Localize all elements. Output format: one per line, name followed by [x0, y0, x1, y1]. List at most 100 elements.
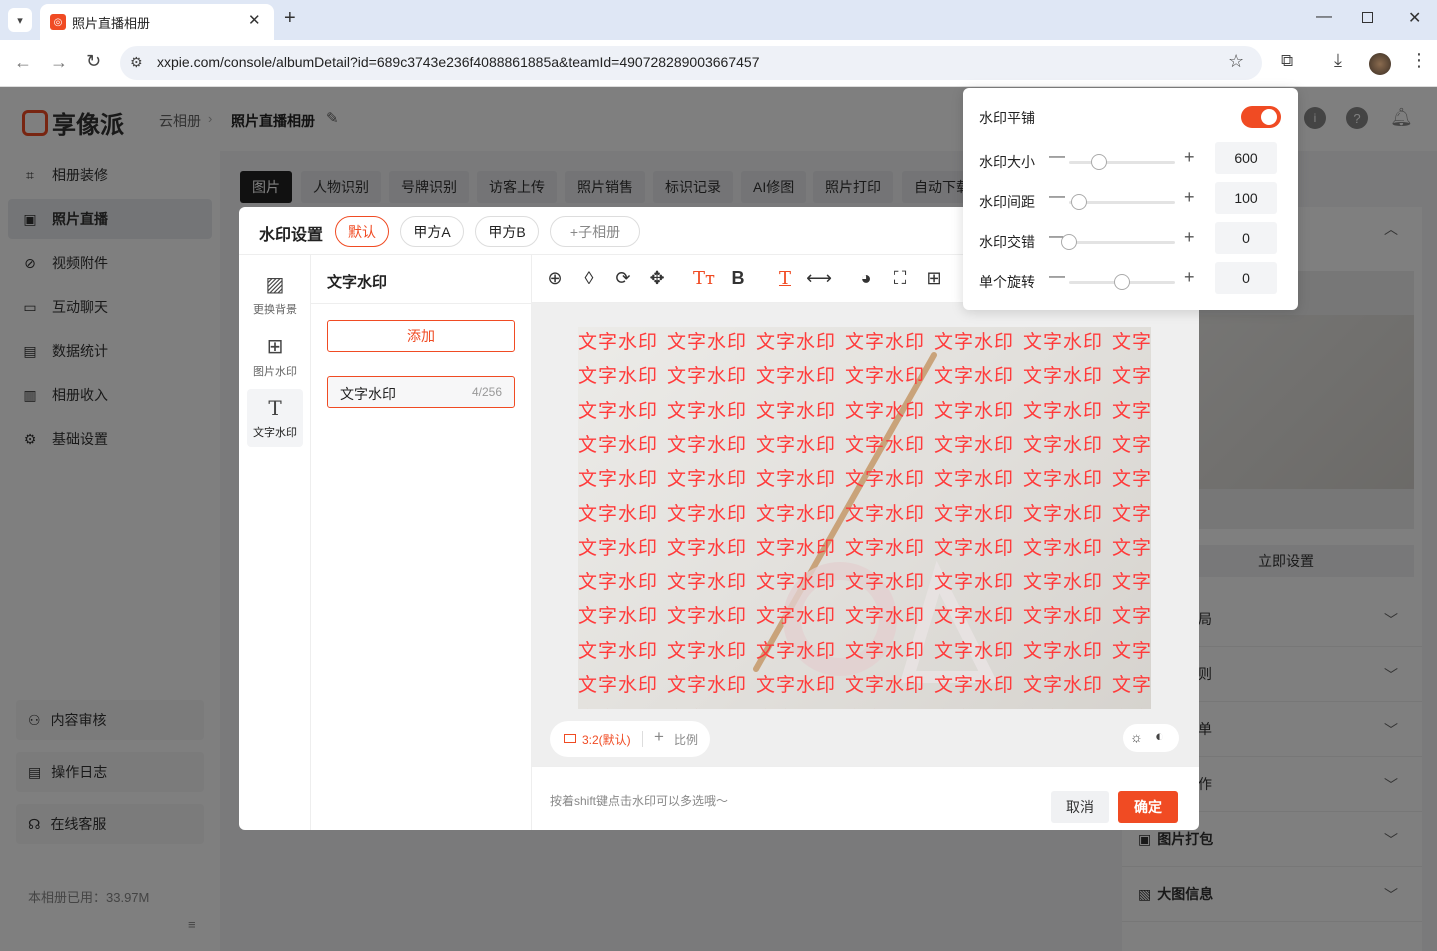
watermark-text-tile[interactable]: 文字水印 [845, 499, 925, 526]
watermark-text-tile[interactable]: 文字水印 [578, 327, 658, 354]
size-value-input[interactable]: 600 [1215, 142, 1277, 174]
contrast-icon[interactable]: ◐ [1155, 728, 1164, 745]
watermark-text-tile[interactable]: 文字水印 [667, 430, 747, 457]
watermark-text-tile[interactable]: 文字水印 [934, 499, 1014, 526]
watermark-text-tile[interactable]: 文字水印 [1112, 704, 1151, 709]
close-window-icon[interactable]: ✕ [1408, 8, 1421, 28]
watermark-text-tile[interactable]: 文字水印 [667, 396, 747, 423]
watermark-text-tile[interactable]: 文字水印 [1112, 327, 1151, 354]
minimize-icon[interactable]: — [1316, 8, 1332, 26]
watermark-text-tile[interactable]: 文字水印 [1023, 670, 1103, 697]
move-icon[interactable]: ✥ [644, 265, 670, 291]
watermark-text-tile[interactable]: 文字水印 [667, 464, 747, 491]
watermark-text-tile[interactable]: 文字水印 [1112, 670, 1151, 697]
watermark-text-tile[interactable]: 文字水印 [756, 704, 836, 709]
watermark-text-tile[interactable]: 文字水印 [578, 499, 658, 526]
watermark-text-tile[interactable]: 文字水印 [756, 361, 836, 388]
watermark-text-tile[interactable]: 文字水印 [667, 327, 747, 354]
slider-thumb[interactable] [1061, 234, 1077, 250]
watermark-text-tile[interactable]: 文字水印 [756, 327, 836, 354]
watermark-text-tile[interactable]: 文字水印 [756, 464, 836, 491]
omnibox[interactable]: ⚙ xxpie.com/console/albumDetail?id=689c3… [120, 46, 1262, 80]
watermark-text-tile[interactable]: 文字水印 [845, 601, 925, 628]
watermark-text-tile[interactable]: 文字水印 [934, 704, 1014, 709]
fullscreen-icon[interactable]: ⛶ [887, 265, 913, 291]
watermark-text-tile[interactable]: 文字水印 [845, 636, 925, 663]
tab-default[interactable]: 默认 [335, 216, 389, 247]
watermark-text-tile[interactable]: 文字水印 [1023, 396, 1103, 423]
size-slider[interactable] [1069, 154, 1175, 170]
font-size-icon[interactable]: Tт [691, 265, 717, 291]
decrease-icon[interactable]: — [1049, 188, 1065, 206]
letter-spacing-icon[interactable]: ⟷ [806, 265, 832, 291]
watermark-text-tile[interactable]: 文字水印 [756, 499, 836, 526]
reload-icon[interactable]: ↻ [86, 51, 101, 72]
decrease-icon[interactable]: — [1049, 148, 1065, 166]
increase-icon[interactable]: + [1184, 187, 1195, 208]
watermark-text-tile[interactable]: 文字水印 [934, 361, 1014, 388]
watermark-text-tile[interactable]: 文字水印 [845, 464, 925, 491]
ratio-add-button[interactable]: 比例 [674, 731, 698, 748]
tab-close-icon[interactable]: ✕ [248, 11, 261, 29]
watermark-list-item[interactable]: 文字水印 4/256 [327, 376, 515, 408]
watermark-text-tile[interactable]: 文字水印 [845, 567, 925, 594]
confirm-button[interactable]: 确定 [1118, 791, 1178, 823]
text-color-icon[interactable]: T [772, 265, 798, 291]
watermark-text-tile[interactable]: 文字水印 [1023, 533, 1103, 560]
slider-thumb[interactable] [1090, 154, 1107, 170]
profile-avatar[interactable] [1369, 53, 1391, 75]
watermark-text-tile[interactable]: 文字水印 [578, 601, 658, 628]
menu-text-watermark[interactable]: T 文字水印 [247, 389, 303, 447]
watermark-text-tile[interactable]: 文字水印 [934, 396, 1014, 423]
watermark-text-tile[interactable]: 文字水印 [845, 327, 925, 354]
watermark-text-tile[interactable]: 文字水印 [1023, 361, 1103, 388]
watermark-text-tile[interactable]: 文字水印 [578, 567, 658, 594]
palette-icon[interactable]: ◕ [853, 265, 879, 291]
url-text[interactable]: xxpie.com/console/albumDetail?id=689c374… [157, 54, 760, 70]
watermark-text-tile[interactable]: 文字水印 [667, 704, 747, 709]
back-icon[interactable]: ← [14, 52, 32, 73]
stagger-value-input[interactable]: 0 [1215, 222, 1277, 254]
watermark-text-tile[interactable]: 文字水印 [934, 636, 1014, 663]
watermark-text-tile[interactable]: 文字水印 [667, 533, 747, 560]
light-mode-icon[interactable]: ☼ [1130, 729, 1143, 745]
browser-menu-icon[interactable]: ⋮ [1410, 50, 1428, 71]
watermark-text-tile[interactable]: 文字水印 [667, 499, 747, 526]
watermark-text-tile[interactable]: 文字水印 [578, 361, 658, 388]
rotate-icon[interactable]: ⟳ [610, 265, 636, 291]
forward-icon[interactable]: → [50, 52, 68, 73]
watermark-text-tile[interactable]: 文字水印 [934, 327, 1014, 354]
ratio-default-button[interactable]: 3:2(默认) [582, 731, 631, 748]
watermark-text-tile[interactable]: 文字水印 [1112, 396, 1151, 423]
slider-thumb[interactable] [1070, 194, 1087, 210]
rotation-slider[interactable] [1069, 274, 1175, 290]
watermark-text-tile[interactable]: 文字水印 [1023, 601, 1103, 628]
preview-photo[interactable]: 文字水印文字水印文字水印文字水印文字水印文字水印文字水印文字水印文字水印文字水印… [578, 327, 1151, 709]
add-sub-album-button[interactable]: +子相册 [550, 216, 640, 247]
watermark-text-tile[interactable]: 文字水印 [1112, 430, 1151, 457]
slider-thumb[interactable] [1114, 274, 1130, 290]
watermark-text-tile[interactable]: 文字水印 [1112, 533, 1151, 560]
watermark-text-tile[interactable]: 文字水印 [667, 361, 747, 388]
watermark-text-tile[interactable]: 文字水印 [578, 636, 658, 663]
add-watermark-button[interactable]: 添加 [327, 320, 515, 352]
spacing-value-input[interactable]: 100 [1215, 182, 1277, 214]
watermark-text-tile[interactable]: 文字水印 [934, 533, 1014, 560]
watermark-text-tile[interactable]: 文字水印 [1023, 567, 1103, 594]
watermark-text-tile[interactable]: 文字水印 [667, 636, 747, 663]
download-icon[interactable]: ⤓ [1334, 50, 1342, 71]
watermark-text-tile[interactable]: 文字水印 [1112, 464, 1151, 491]
tab-list-chevron-icon[interactable]: ▾ [8, 8, 32, 32]
watermark-text-tile[interactable]: 文字水印 [1112, 636, 1151, 663]
watermark-text-tile[interactable]: 文字水印 [756, 601, 836, 628]
tile-grid-icon[interactable]: ⊞ [921, 265, 947, 291]
zoom-in-icon[interactable]: ⊕ [542, 265, 568, 291]
watermark-text-tile[interactable]: 文字水印 [578, 430, 658, 457]
watermark-text-tile[interactable]: 文字水印 [845, 670, 925, 697]
cancel-button[interactable]: 取消 [1051, 791, 1109, 823]
watermark-text-tile[interactable]: 文字水印 [1023, 430, 1103, 457]
increase-icon[interactable]: + [1184, 147, 1195, 168]
browser-tab[interactable]: ◎ 照片直播相册 ✕ [40, 4, 274, 40]
bold-icon[interactable]: B [725, 265, 751, 291]
watermark-text-tile[interactable]: 文字水印 [1023, 636, 1103, 663]
